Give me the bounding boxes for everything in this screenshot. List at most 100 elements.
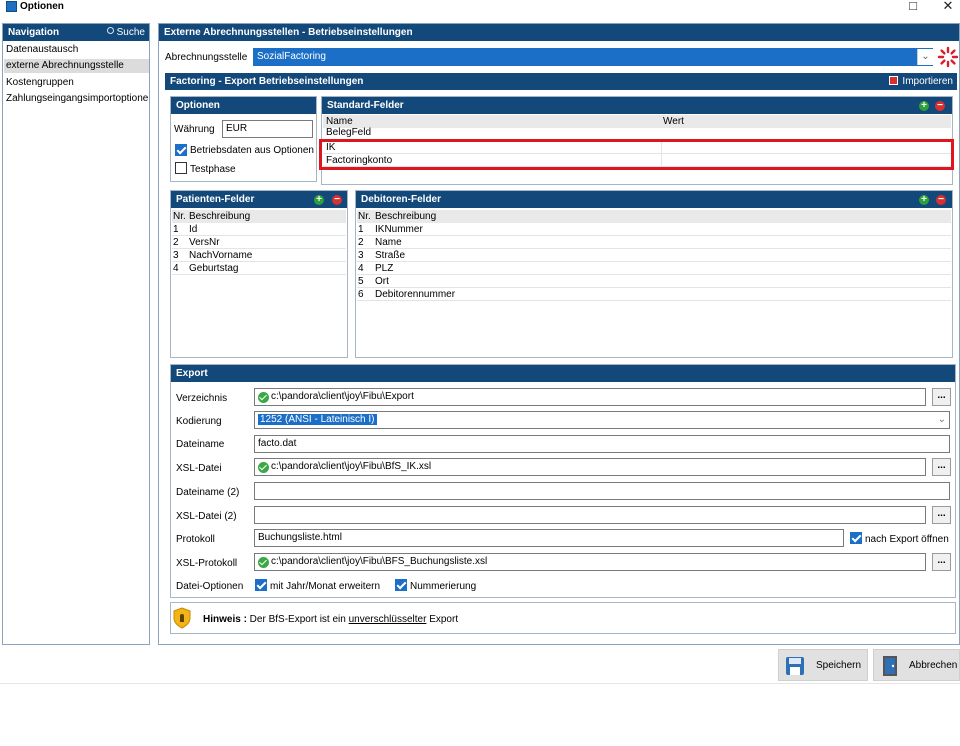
jahr-monat-checkbox[interactable] (255, 579, 267, 591)
browse-button[interactable]: ... (932, 458, 951, 476)
xsl-datei2-input[interactable] (254, 506, 926, 524)
row-desc: NachVorname (189, 250, 253, 261)
xsl-datei-input[interactable]: c:\pandora\client\joy\Fibu\BfS_IK.xsl (254, 458, 926, 476)
loading-spinner-icon (937, 46, 959, 68)
app-icon (6, 1, 17, 12)
browse-button[interactable]: ... (932, 506, 951, 524)
window-title: Optionen (20, 1, 64, 12)
col-beschreibung: Beschreibung (375, 211, 437, 222)
import-button[interactable]: Importieren (889, 73, 953, 90)
betriebsdaten-label: Betriebsdaten aus Optionen (190, 145, 314, 156)
dateiname2-input[interactable] (254, 482, 950, 500)
maximize-icon[interactable]: □ (903, 0, 923, 14)
import-label: Importieren (902, 76, 953, 87)
row-desc: IKNummer (375, 224, 423, 235)
kodierung-label: Kodierung (176, 416, 222, 427)
datei-optionen-label: Datei-Optionen (176, 581, 244, 592)
check-icon (258, 392, 269, 403)
kodierung-select[interactable]: 1252 (ANSI - Lateinisch I) ⌄ (254, 411, 950, 429)
save-icon (786, 657, 804, 675)
xsl-protokoll-value: c:\pandora\client\joy\Fibu\BFS_Buchungsl… (271, 556, 488, 567)
navigation-title: Navigation (8, 27, 60, 38)
export-box: Export Verzeichnis c:\pandora\client\joy… (170, 364, 956, 598)
table-row[interactable]: 3 Straße (357, 249, 951, 262)
check-icon (258, 557, 269, 568)
abrechnungsstelle-select[interactable]: SozialFactoring (253, 48, 933, 66)
save-label: Speichern (816, 660, 862, 671)
verzeichnis-value: c:\pandora\client\joy\Fibu\Export (271, 391, 414, 402)
browse-button[interactable]: ... (932, 388, 951, 406)
xsl-datei2-label: XSL-Datei (2) (176, 511, 237, 522)
hinweis-text1: Der BfS-Export ist ein (246, 614, 349, 625)
nach-export-label: nach Export öffnen (865, 534, 949, 545)
table-row[interactable]: 2 VersNr (172, 236, 346, 249)
xsl-protokoll-input[interactable]: c:\pandora\client\joy\Fibu\BFS_Buchungsl… (254, 553, 926, 571)
table-row[interactable]: 5 Ort (357, 275, 951, 288)
abrechnungsstelle-value: SozialFactoring (257, 51, 326, 62)
remove-icon[interactable]: − (332, 195, 342, 205)
col-nr: Nr. (173, 211, 186, 222)
row-name: BelegFeld (326, 127, 372, 138)
patienten-felder-box: Patienten-Felder + − Nr. Beschreibung 1I… (170, 190, 348, 358)
row-desc: Name (375, 237, 402, 248)
search-icon (106, 27, 114, 34)
standard-felder-box: Standard-Felder + − Name Wert BelegFeld … (319, 96, 954, 185)
browse-button[interactable]: ... (932, 553, 951, 571)
testphase-label: Testphase (190, 164, 236, 175)
debitoren-columns: Nr. Beschreibung (357, 210, 951, 223)
jahr-monat-label: mit Jahr/Monat erweitern (270, 581, 381, 592)
waehrung-input[interactable]: EUR (222, 120, 313, 138)
xsl-datei-value: c:\pandora\client\joy\Fibu\BfS_IK.xsl (271, 461, 432, 472)
protokoll-label: Protokoll (176, 534, 215, 545)
hinweis-text: Hinweis : Der BfS-Export ist ein unversc… (203, 613, 458, 626)
highlight-box (319, 139, 954, 170)
export-title: Export (171, 365, 955, 382)
save-button[interactable]: Speichern (778, 649, 868, 681)
row-desc: Debitorennummer (375, 289, 456, 300)
table-row[interactable]: 3 NachVorname (172, 249, 346, 262)
debitoren-felder-box: Debitoren-Felder + − Nr. Beschreibung 1I… (355, 190, 953, 358)
add-icon[interactable]: + (919, 101, 929, 111)
nav-item-externe-abrechnungsstelle[interactable]: externe Abrechnungsstelle (4, 59, 149, 73)
row-nr: 4 (358, 263, 364, 274)
row-nr: 3 (358, 250, 364, 261)
main-panel: Externe Abrechnungsstellen - Betriebsein… (158, 23, 960, 645)
nav-item-zahlungseingangsimportoptionen[interactable]: Zahlungseingangsimportoptionen (4, 92, 149, 106)
table-row[interactable]: 2 Name (357, 236, 951, 249)
search-button[interactable]: Suche (106, 24, 145, 41)
standard-felder-title: Standard-Felder (322, 97, 952, 114)
row-desc: Straße (375, 250, 406, 261)
testphase-checkbox[interactable] (175, 162, 187, 174)
row-nr: 4 (173, 263, 179, 274)
cancel-button[interactable]: Abbrechen (873, 649, 960, 681)
table-row[interactable]: 4 Geburtstag (172, 262, 346, 275)
chevron-down-icon[interactable]: ⌄ (917, 49, 933, 65)
nav-item-datenaustausch[interactable]: Datenaustausch (4, 43, 149, 57)
add-icon[interactable]: + (314, 195, 324, 205)
add-icon[interactable]: + (919, 195, 929, 205)
row-nr: 6 (358, 289, 364, 300)
table-row[interactable]: 1 Id (172, 223, 346, 236)
navigation-panel: Navigation Suche Datenaustausch externe … (2, 23, 150, 645)
protokoll-input[interactable]: Buchungsliste.html (254, 529, 844, 547)
nach-export-checkbox[interactable] (850, 532, 862, 544)
nav-item-kostengruppen[interactable]: Kostengruppen (4, 76, 149, 90)
factoring-title: Factoring - Export Betriebseinstellungen (170, 76, 364, 87)
xsl-datei-label: XSL-Datei (176, 463, 222, 474)
verzeichnis-label: Verzeichnis (176, 393, 228, 404)
table-row[interactable]: 1 IKNummer (357, 223, 951, 236)
dateiname-input[interactable]: facto.dat (254, 435, 950, 453)
debitoren-felder-title: Debitoren-Felder (356, 191, 952, 208)
table-row[interactable]: 4 PLZ (357, 262, 951, 275)
optionen-box: Optionen Währung EUR Betriebsdaten aus O… (170, 96, 317, 182)
window-titlebar: Optionen □ ✕ (0, 0, 960, 14)
table-row[interactable]: 6 Debitorennummer (357, 288, 951, 301)
nummerierung-checkbox[interactable] (395, 579, 407, 591)
betriebsdaten-checkbox[interactable] (175, 144, 187, 156)
verzeichnis-input[interactable]: c:\pandora\client\joy\Fibu\Export (254, 388, 926, 406)
remove-icon[interactable]: − (936, 195, 946, 205)
hinweis-prefix: Hinweis : (203, 614, 247, 625)
close-icon[interactable]: ✕ (938, 0, 958, 14)
table-row[interactable]: BelegFeld (323, 127, 951, 138)
remove-icon[interactable]: − (935, 101, 945, 111)
